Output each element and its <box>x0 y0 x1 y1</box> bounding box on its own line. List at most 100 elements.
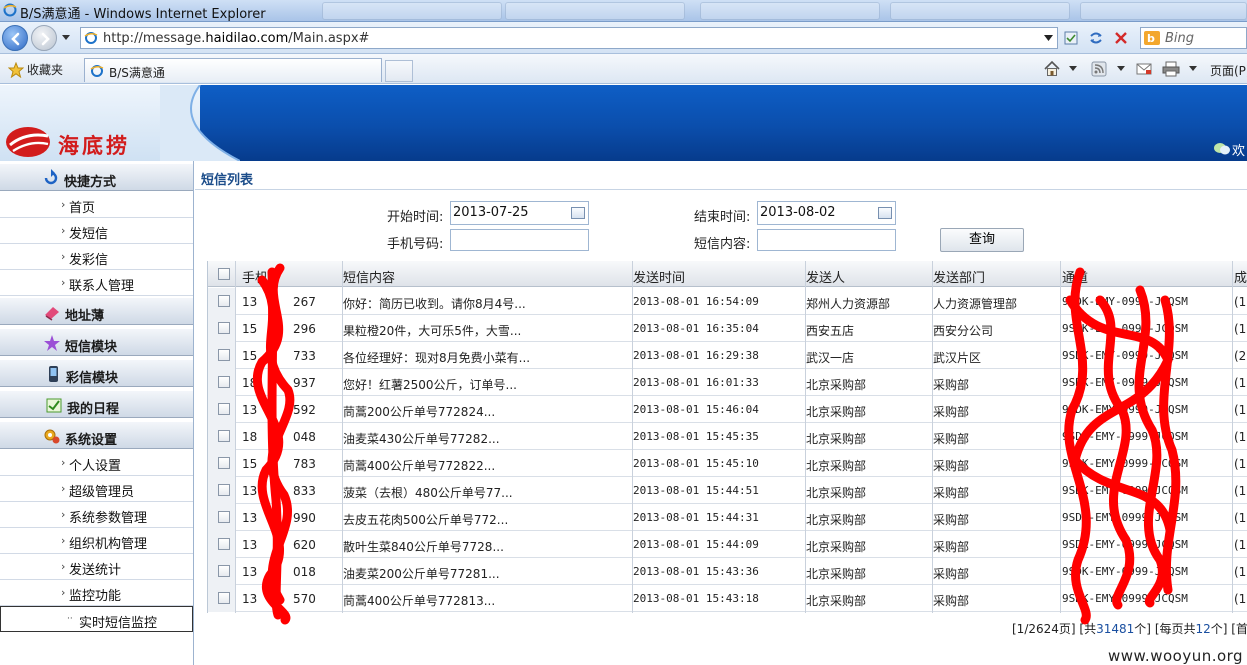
cell-phone-tail: 018 <box>293 565 316 579</box>
sidebar-section-shortcuts[interactable]: 快捷方式 <box>0 163 193 191</box>
row-checkbox[interactable] <box>218 565 230 577</box>
first-page-link[interactable]: [首 <box>1231 622 1247 636</box>
favorites-label[interactable]: 收藏夹 <box>27 61 63 78</box>
row-checkbox[interactable] <box>218 349 230 361</box>
column-header-department[interactable]: 发送部门 <box>933 267 985 286</box>
row-checkbox-cell <box>208 585 235 612</box>
row-checkbox-cell <box>208 315 235 342</box>
refresh-icon[interactable] <box>1088 30 1104 46</box>
sidebar-item-realtime-sms-monitor[interactable]: ·· 实时短信监控 <box>0 606 193 632</box>
cell-channel: 9SDK-EMY-0999-JCQSM <box>1062 295 1188 308</box>
chevron-down-icon[interactable] <box>1117 66 1125 72</box>
row-checkbox[interactable] <box>218 592 230 604</box>
select-all-checkbox[interactable] <box>218 268 230 280</box>
sidebar-item-send-statistics[interactable]: › 发送统计 <box>0 554 193 580</box>
column-header-channel[interactable]: 通道 <box>1062 267 1088 286</box>
sidebar-section-label: 系统设置 <box>65 433 118 448</box>
table-row[interactable]: 13 267 你好：简历已收到。请你8月4号... 2013-08-01 16:54:… <box>208 288 1247 315</box>
url-input[interactable]: http://message.haidilao.com/Main.aspx# <box>80 27 1058 49</box>
sidebar-item-send-sms[interactable]: › 发短信 <box>0 218 193 244</box>
sidebar-item-send-mms[interactable]: › 发彩信 <box>0 244 193 270</box>
column-header-content[interactable]: 短信内容 <box>343 267 395 286</box>
sidebar-item-monitoring[interactable]: › 监控功能 <box>0 580 193 606</box>
table-row[interactable]: 13 570 茼蒿400公斤单号772813... 2013-08-01 15:43:… <box>208 585 1247 612</box>
sidebar-section-address-book[interactable]: 地址薄 <box>0 297 193 325</box>
sidebar-item-system-params[interactable]: › 系统参数管理 <box>0 502 193 528</box>
forward-button[interactable] <box>31 25 57 51</box>
table-row[interactable]: 18 937 您好！红薯2500公斤，订单号... 2013-08-01 16:01:… <box>208 369 1247 396</box>
table-row[interactable]: 15 296 果粒橙20件，大可乐5件，大雪... 2013-08-01 16:35:… <box>208 315 1247 342</box>
table-row[interactable]: 13 833 菠菜（去根）480公斤单号77... 2013-08-01 15:44:… <box>208 477 1247 504</box>
cell-content: 茼蒿400公斤单号772822... <box>343 459 496 473</box>
row-checkbox[interactable] <box>218 376 230 388</box>
print-icon[interactable] <box>1162 61 1180 77</box>
table-row[interactable]: 13 592 茼蒿200公斤单号772824... 2013-08-01 15:46:… <box>208 396 1247 423</box>
background-window-tab[interactable] <box>505 2 685 20</box>
cell-status: (1, <box>1234 565 1247 579</box>
background-window-tab[interactable] <box>1080 2 1247 20</box>
phone-number-input[interactable] <box>450 229 589 251</box>
row-checkbox[interactable] <box>218 511 230 523</box>
cell-channel: 9SDK-EMY-0999-JCQSM <box>1062 403 1188 416</box>
sidebar-section-sms-module[interactable]: 短信模块 <box>0 328 193 356</box>
column-header-send-time[interactable]: 发送时间 <box>633 267 685 286</box>
row-checkbox[interactable] <box>218 322 230 334</box>
row-checkbox[interactable] <box>218 430 230 442</box>
back-button[interactable] <box>2 25 28 51</box>
compatibility-view-icon[interactable] <box>1063 30 1079 46</box>
sidebar-section-mms-module[interactable]: 彩信模块 <box>0 359 193 387</box>
home-icon[interactable] <box>1043 60 1061 78</box>
sidebar-item-label: 组织机构管理 <box>69 537 148 552</box>
table-row[interactable]: 15 783 茼蒿400公斤单号772822... 2013-08-01 15:45:… <box>208 450 1247 477</box>
cell-department: 西安分公司 <box>933 324 994 338</box>
table-row[interactable]: 13 990 去皮五花肉500公斤单号772... 2013-08-01 15:44:… <box>208 504 1247 531</box>
rss-feed-icon[interactable] <box>1091 61 1107 77</box>
row-checkbox[interactable] <box>218 484 230 496</box>
column-header-phone[interactable]: 手机号 <box>242 267 281 286</box>
table-row[interactable]: 13 620 散叶生菜840公斤单号7728... 2013-08-01 15:44:… <box>208 531 1247 558</box>
sms-content-input[interactable] <box>757 229 896 251</box>
mail-icon[interactable] <box>1136 62 1152 76</box>
cell-phone: 13 <box>242 511 258 525</box>
sidebar-section-settings[interactable]: 系统设置 <box>0 421 193 449</box>
cell-sender: 武汉一店 <box>806 351 855 365</box>
page-menu[interactable]: 页面(P) <box>1210 62 1247 79</box>
chevron-down-icon[interactable] <box>1069 66 1077 72</box>
chevron-down-icon[interactable] <box>1044 35 1053 42</box>
table-row[interactable]: 13 018 油麦菜200公斤单号77281... 2013-08-01 15:43:… <box>208 558 1247 585</box>
calendar-icon[interactable] <box>571 207 585 219</box>
chevron-down-icon[interactable] <box>1189 66 1197 72</box>
new-tab-button[interactable] <box>385 60 413 82</box>
start-time-input[interactable]: 2013-07-25 <box>450 201 589 225</box>
sidebar-item-personal-settings[interactable]: › 个人设置 <box>0 450 193 476</box>
browser-tab-active[interactable]: B/S满意通 <box>84 58 382 82</box>
page-indicator: [1/2624页] <box>1012 622 1076 636</box>
row-checkbox[interactable] <box>218 538 230 550</box>
sidebar-item-org-management[interactable]: › 组织机构管理 <box>0 528 193 554</box>
sidebar-item-super-admin[interactable]: › 超级管理员 <box>0 476 193 502</box>
row-checkbox-cell <box>208 369 235 396</box>
cell-channel: 9SDK-EMY-0999-JCQSM <box>1062 538 1188 551</box>
chevron-down-icon[interactable] <box>61 34 71 42</box>
background-window-tab[interactable] <box>322 2 502 20</box>
table-row[interactable]: 15 733 各位经理好：现对8月免费小菜有... 2013-08-01 16:29:… <box>208 342 1247 369</box>
end-time-input[interactable]: 2013-08-02 <box>757 201 896 225</box>
row-checkbox[interactable] <box>218 295 230 307</box>
row-checkbox[interactable] <box>218 403 230 415</box>
sidebar-item-home[interactable]: › 首页 <box>0 192 193 218</box>
background-window-tab[interactable] <box>700 2 880 20</box>
column-header-status[interactable]: 成 <box>1234 267 1247 286</box>
column-header-sender[interactable]: 发送人 <box>806 267 845 286</box>
stop-icon[interactable] <box>1113 30 1129 46</box>
row-checkbox[interactable] <box>218 457 230 469</box>
sidebar-section-schedule[interactable]: 我的日程 <box>0 390 193 418</box>
calendar-icon[interactable] <box>878 207 892 219</box>
query-button[interactable]: 查询 <box>940 228 1024 252</box>
sidebar-item-contacts[interactable]: › 联系人管理 <box>0 270 193 296</box>
background-window-tab[interactable] <box>890 2 1070 20</box>
cell-phone: 18 <box>242 376 258 390</box>
gear-icon <box>44 429 60 444</box>
table-row[interactable]: 18 048 油麦菜430公斤单号77282... 2013-08-01 15:45:… <box>208 423 1247 450</box>
search-input[interactable]: b Bing <box>1140 27 1247 49</box>
favorites-star-icon[interactable] <box>8 62 24 78</box>
